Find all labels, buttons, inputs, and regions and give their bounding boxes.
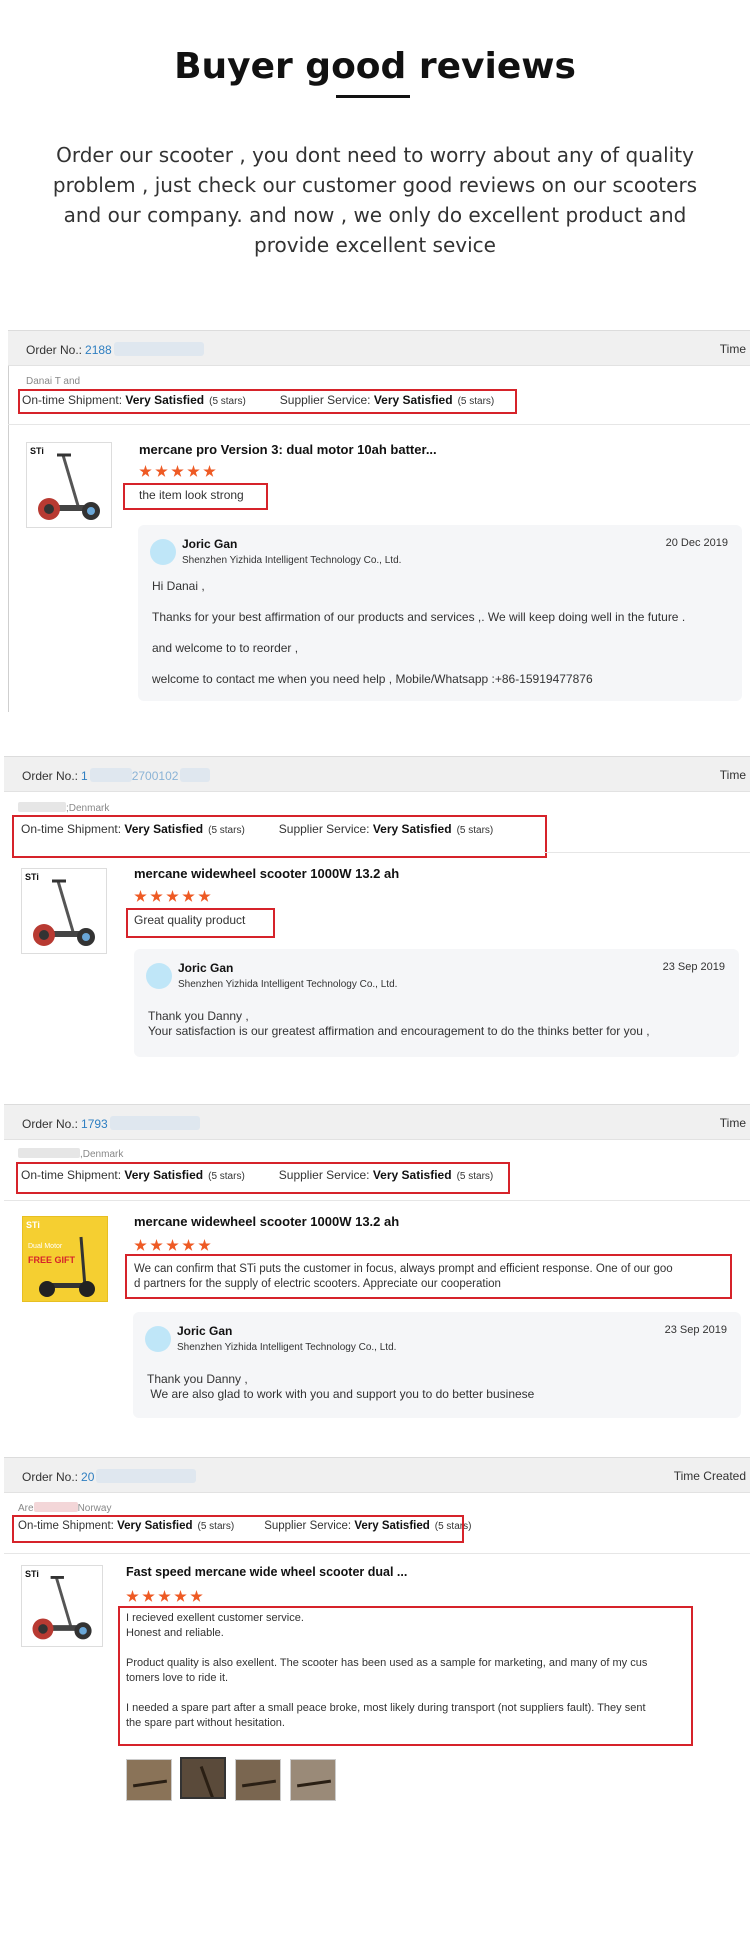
buyer-location: Danai T and [26,376,81,387]
supplier-reply: Joric Gan Shenzhen Yizhida Intelligent T… [133,1312,741,1418]
order-number-suffix: 2700102 [131,769,179,783]
product-title[interactable]: Fast speed mercane wide wheel scooter du… [126,1565,407,1579]
review-card: Order No.: 1 2700102 Time ;Denmark On-time… [4,756,750,1068]
redacted-blur [89,768,132,782]
highlight-box [123,483,268,510]
highlight-box [118,1606,693,1746]
review-photo[interactable] [290,1759,336,1801]
page-title: Buyer good reviews [174,46,576,87]
reply-date: 20 Dec 2019 [665,537,728,549]
star-icon [182,1239,195,1251]
star-icon [198,1239,211,1251]
star-icon [198,890,211,902]
highlight-box [12,815,547,858]
order-no-label: Order No.: [26,343,83,357]
star-icon [142,1590,155,1602]
star-icon [126,1590,139,1602]
redacted-blur [109,1116,200,1130]
reply-company: Shenzhen Yizhida Intelligent Technology … [178,979,398,990]
review-card: Order No.: 1793 Time ,Denmark On-time Shi… [4,1104,750,1418]
star-icon [187,465,200,477]
redacted-blur [180,768,211,782]
star-icon [166,1239,179,1251]
scooter-icon [39,1236,95,1297]
order-number[interactable]: 2188 [85,343,112,357]
reply-body: Hi Danai , Thanks for your best affirmat… [152,579,686,686]
star-icon [134,890,147,902]
star-icon [150,1239,163,1251]
product-title[interactable]: mercane pro Version 3: dual motor 10ah b… [139,442,437,457]
highlight-box [126,908,275,938]
supplier-reply: Joric Gan Shenzhen Yizhida Intelligent T… [134,949,739,1057]
star-icon [171,465,184,477]
reply-company: Shenzhen Yizhida Intelligent Technology … [182,555,402,566]
review-card: Order No.: 2188 Time Danai T and On-time … [8,330,750,712]
order-number[interactable]: 1 [81,769,88,783]
buyer-location: ,Denmark [18,1148,123,1160]
star-icon [158,1590,171,1602]
reply-author: Joric Gan [178,961,234,975]
reply-date: 23 Sep 2019 [662,961,725,973]
star-icon [190,1590,203,1602]
product-thumbnail[interactable]: STi [21,1565,103,1647]
order-bar: Order No.: 1793 Time [4,1104,750,1140]
highlight-box [125,1254,732,1299]
time-label: Time [719,342,746,356]
product-thumbnail[interactable]: STi [21,868,107,954]
order-bar: Order No.: 2188 Time [8,330,750,366]
redacted-blur [113,342,204,356]
star-icon [155,465,168,477]
reply-author: Joric Gan [177,1324,233,1338]
rating-stars [139,465,219,478]
highlight-box [16,1162,510,1194]
review-photo[interactable] [235,1759,281,1801]
review-card: Order No.: 20 Time Created Are Norway On-t… [4,1457,750,1821]
hero-section: Buyer good reviews Order our scooter , y… [0,0,750,320]
reply-author: Joric Gan [182,537,238,551]
review-photo[interactable] [126,1759,172,1801]
time-label: Time [719,768,746,782]
star-icon [139,465,152,477]
time-label: Time Created [673,1469,746,1483]
time-label: Time [719,1116,746,1130]
intro-text: Order our scooter , you dont need to wor… [52,143,698,257]
star-icon [150,890,163,902]
rating-stars [134,1239,214,1252]
rating-stars [134,890,214,903]
buyer-location: ;Denmark [18,802,109,814]
order-no-label: Order No.: [22,1470,79,1484]
reply-date: 23 Sep 2019 [664,1324,727,1336]
reply-body: Thank you Danny , We are also glad to wo… [147,1372,535,1401]
highlight-box [12,1515,464,1543]
product-title[interactable]: mercane widewheel scooter 1000W 13.2 ah [134,1214,399,1229]
order-bar: Order No.: 20 Time Created [4,1457,750,1493]
star-icon [134,1239,147,1251]
avatar [150,539,176,565]
highlight-box [18,389,517,414]
product-thumbnail[interactable]: STi Dual Motor FREE GIFT [22,1216,108,1302]
order-bar: Order No.: 1 2700102 Time [4,756,750,792]
supplier-reply: Joric Gan Shenzhen Yizhida Intelligent T… [138,525,742,701]
star-icon [182,890,195,902]
redacted-blur [96,1469,197,1483]
star-icon [166,890,179,902]
star-icon [174,1590,187,1602]
review-photo[interactable] [180,1757,226,1799]
product-title[interactable]: mercane widewheel scooter 1000W 13.2 ah [134,866,399,881]
reply-company: Shenzhen Yizhida Intelligent Technology … [177,1342,397,1353]
order-number[interactable]: 20 [81,1470,94,1484]
order-no-label: Order No.: [22,769,79,783]
order-number[interactable]: 1793 [81,1117,108,1131]
reply-body: Thank you Danny , Your satisfaction is o… [148,1009,650,1038]
order-no-label: Order No.: [22,1117,79,1131]
rating-stars [126,1590,206,1603]
avatar [145,1326,171,1352]
avatar [146,963,172,989]
buyer-location: Are Norway [18,1502,112,1514]
product-thumbnail[interactable]: STi [26,442,112,528]
title-underline [336,95,410,98]
star-icon [203,465,216,477]
